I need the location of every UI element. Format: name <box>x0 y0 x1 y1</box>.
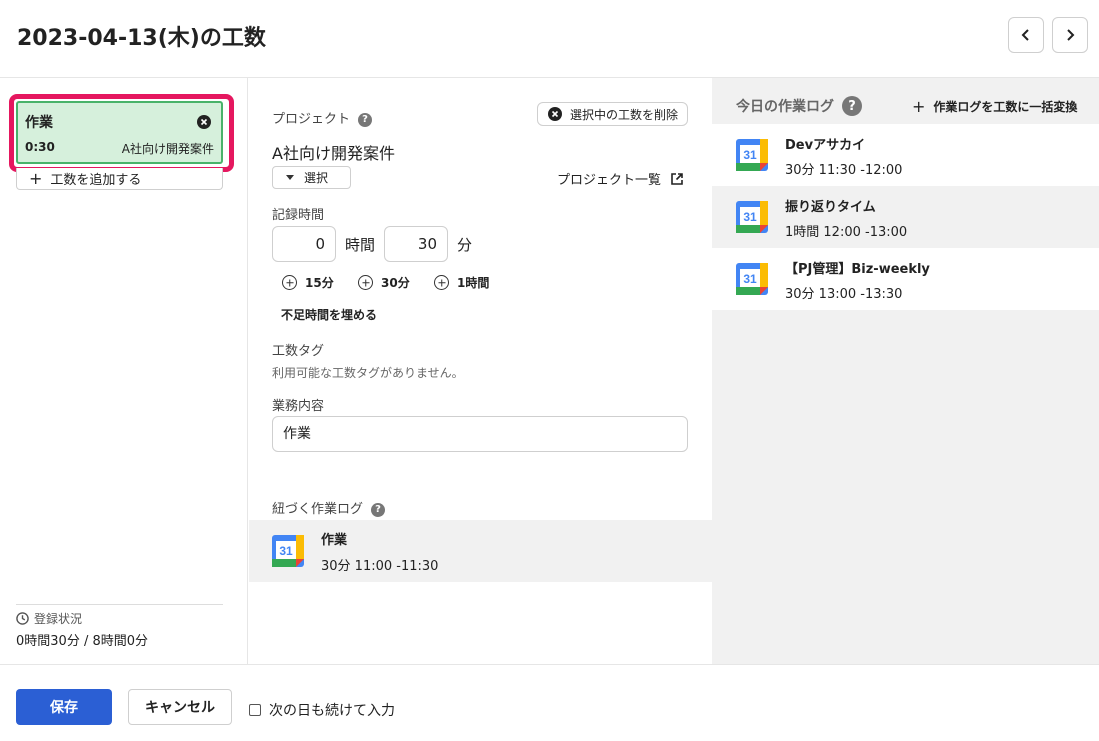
header: 2023-04-13(木)の工数 <box>0 0 1099 78</box>
select-label: 選択 <box>304 171 329 185</box>
project-label: プロジェクト? <box>272 108 373 127</box>
list-item[interactable]: 31 作業 30分 11:00 -11:30 <box>249 520 712 582</box>
entry-sidebar: 作業 0:30 A社向け開発案件 + 工数を追加する 登録状況 0時間30分 /… <box>0 78 248 664</box>
add-30min-button[interactable]: 30分 <box>358 274 410 291</box>
add-15min-button[interactable]: 15分 <box>282 274 334 291</box>
chevron-right-icon <box>1067 29 1075 41</box>
log-time: 30分 11:30 -12:00 <box>785 163 903 178</box>
plus-icon: + <box>29 168 43 188</box>
project-label-text: プロジェクト <box>272 112 351 127</box>
log-time: 1時間 12:00 -13:00 <box>785 225 908 240</box>
google-calendar-icon: 31 <box>736 263 768 295</box>
hours-input[interactable]: 0 <box>272 226 336 262</box>
google-calendar-icon: 31 <box>736 139 768 171</box>
svg-text:31: 31 <box>743 272 757 286</box>
help-icon[interactable]: ? <box>358 112 373 127</box>
external-link-icon <box>671 172 683 185</box>
svg-text:31: 31 <box>279 544 293 558</box>
hours-unit: 時間 <box>345 236 376 254</box>
cancel-button[interactable]: キャンセル <box>128 689 232 725</box>
quick-add-label: 15分 <box>305 276 334 290</box>
record-time-label: 記録時間 <box>272 208 325 223</box>
minutes-input[interactable]: 30 <box>384 226 448 262</box>
entry-project: A社向け開発案件 <box>121 142 214 156</box>
entry-form: プロジェクト? 選択中の工数を削除 A社向け開発案件 選択 プロジェクト一覧 記… <box>249 78 712 664</box>
no-tags-text: 利用可能な工数タグがありません。 <box>272 366 464 380</box>
list-item[interactable]: 31 Devアサカイ 30分 11:30 -12:00 <box>712 124 1099 186</box>
fill-missing-button[interactable]: 不足時間を埋める <box>281 306 377 323</box>
today-logs-title: 今日の作業ログ? <box>736 96 862 116</box>
quick-add-label: 1時間 <box>457 276 490 290</box>
description-label: 業務内容 <box>272 399 325 414</box>
linked-logs-label: 紐づく作業ログ? <box>272 498 386 517</box>
log-time: 30分 13:00 -13:30 <box>785 287 903 302</box>
checkbox-icon[interactable] <box>249 704 261 716</box>
log-name: 【PJ管理】Biz-weekly <box>785 262 930 277</box>
registration-value: 0時間30分 / 8時間0分 <box>16 634 148 649</box>
add-1hour-button[interactable]: 1時間 <box>434 274 489 291</box>
bulk-convert-label: 作業ログを工数に一括変換 <box>933 100 1078 114</box>
minutes-unit: 分 <box>457 236 473 254</box>
project-list-label: プロジェクト一覧 <box>557 173 662 188</box>
plus-icon: + <box>912 97 926 116</box>
help-icon[interactable]: ? <box>842 96 862 116</box>
add-entry-button[interactable]: + 工数を追加する <box>16 168 223 190</box>
plus-circle-icon <box>434 275 449 290</box>
google-calendar-icon: 31 <box>272 535 304 567</box>
tag-label: 工数タグ <box>272 344 325 359</box>
registration-status-label: 登録状況 <box>16 610 82 627</box>
divider <box>16 604 223 605</box>
svg-text:31: 31 <box>743 148 757 162</box>
list-item[interactable]: 31 振り返りタイム 1時間 12:00 -13:00 <box>712 186 1099 248</box>
prev-day-button[interactable] <box>1008 17 1044 53</box>
project-name: A社向け開発案件 <box>272 144 395 163</box>
plus-circle-icon <box>282 275 297 290</box>
today-logs-panel: 今日の作業ログ? + 作業ログを工数に一括変換 31 Devアサカイ 30分 1… <box>712 78 1099 664</box>
close-circle-icon <box>548 107 562 121</box>
chevron-left-icon <box>1021 29 1029 41</box>
list-item[interactable]: 31 【PJ管理】Biz-weekly 30分 13:00 -13:30 <box>712 248 1099 310</box>
description-input[interactable]: 作業 <box>272 416 688 452</box>
today-logs-title-text: 今日の作業ログ <box>736 99 834 115</box>
registration-label-text: 登録状況 <box>34 612 83 626</box>
next-day-button[interactable] <box>1052 17 1088 53</box>
log-time: 30分 11:00 -11:30 <box>321 559 439 574</box>
svg-text:31: 31 <box>743 210 757 224</box>
google-calendar-icon: 31 <box>736 201 768 233</box>
project-select-button[interactable]: 選択 <box>272 166 351 189</box>
caret-down-icon <box>286 174 294 180</box>
project-list-link[interactable]: プロジェクト一覧 <box>557 169 684 188</box>
log-name: Devアサカイ <box>785 138 866 153</box>
continue-label: 次の日も続けて入力 <box>269 703 395 719</box>
quick-add-label: 30分 <box>381 276 410 290</box>
page-title: 2023-04-13(木)の工数 <box>17 26 266 51</box>
delete-selected-button[interactable]: 選択中の工数を削除 <box>537 102 688 126</box>
footer: 保存 キャンセル 次の日も続けて入力 <box>0 664 1099 741</box>
log-name: 振り返りタイム <box>785 200 876 215</box>
delete-selected-label: 選択中の工数を削除 <box>570 107 679 122</box>
help-icon[interactable]: ? <box>371 502 386 517</box>
log-name: 作業 <box>321 533 348 548</box>
plus-circle-icon <box>358 275 373 290</box>
entry-time: 0:30 <box>25 140 55 154</box>
close-circle-icon[interactable] <box>197 115 211 129</box>
clock-icon <box>16 612 29 625</box>
add-entry-label: 工数を追加する <box>50 173 142 188</box>
continue-next-day-checkbox[interactable]: 次の日も続けて入力 <box>249 700 395 720</box>
save-button[interactable]: 保存 <box>16 689 112 725</box>
entry-card[interactable]: 作業 0:30 A社向け開発案件 <box>16 101 223 164</box>
bulk-convert-button[interactable]: + 作業ログを工数に一括変換 <box>912 97 1077 116</box>
linked-logs-label-text: 紐づく作業ログ <box>272 502 364 517</box>
entry-name: 作業 <box>25 115 53 131</box>
